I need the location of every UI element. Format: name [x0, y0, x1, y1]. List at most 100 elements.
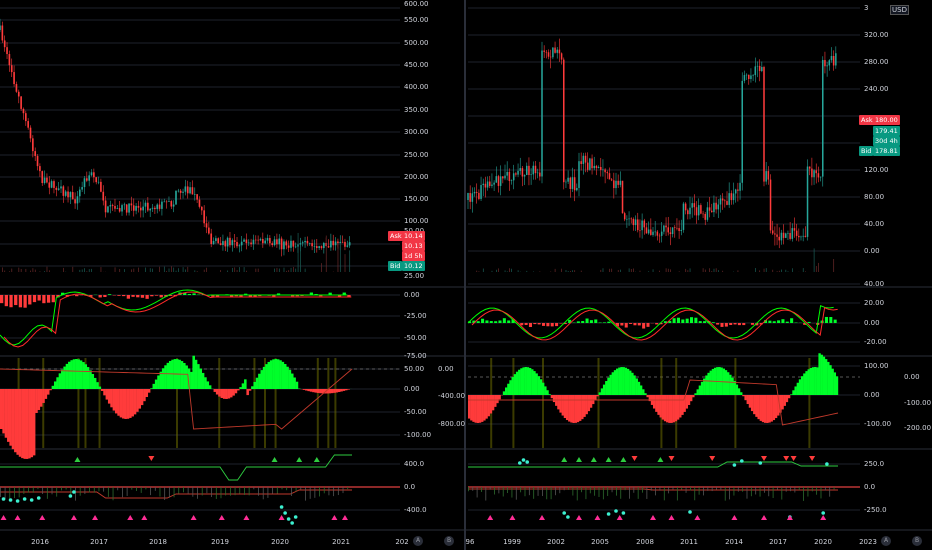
- volume-bar: [100, 267, 102, 272]
- auto-scale-button[interactable]: A: [881, 536, 891, 546]
- osc-bar: [770, 395, 773, 422]
- macd-histogram-bar: [694, 317, 698, 323]
- ind3-bar: [690, 487, 691, 491]
- osc-bar: [624, 367, 628, 395]
- osc-bar: [103, 389, 106, 396]
- osc-bar: [766, 395, 769, 423]
- osc-bar: [518, 369, 521, 395]
- macd-histogram-bar: [742, 323, 746, 326]
- volume-bar: [63, 267, 64, 272]
- volume-bar: [711, 270, 713, 272]
- teal-marker: [8, 498, 13, 502]
- candle: [469, 193, 471, 202]
- log-scale-button[interactable]: B: [444, 536, 454, 546]
- signal-arrow: [39, 515, 46, 520]
- candle: [132, 205, 135, 211]
- candle: [236, 241, 238, 247]
- signal-zone-bar: [327, 358, 330, 448]
- candle: [771, 230, 774, 234]
- candle: [523, 174, 526, 177]
- macd-histogram-bar: [646, 323, 650, 327]
- osc-bar: [96, 382, 99, 389]
- osc-bar: [666, 395, 669, 423]
- osc-bar: [496, 395, 499, 404]
- candle: [318, 246, 320, 248]
- candle: [278, 238, 281, 245]
- candle: [107, 206, 109, 213]
- volume-bar: [550, 271, 552, 272]
- osc-bar: [333, 389, 336, 393]
- volume-bar: [633, 268, 634, 272]
- candle: [212, 240, 215, 245]
- ind3-bar: [290, 487, 292, 496]
- teal-marker: [279, 505, 284, 509]
- osc-bar: [61, 369, 64, 389]
- candle: [283, 241, 285, 250]
- macd-histogram-bar: [620, 323, 624, 326]
- volume-bar: [574, 270, 576, 272]
- osc-bar: [159, 371, 163, 389]
- ind3-bar: [32, 487, 34, 493]
- volume-bar: [715, 268, 717, 272]
- ind3-bar: [542, 487, 543, 497]
- osc-bar: [585, 395, 588, 415]
- ind3-bar: [154, 487, 156, 491]
- candle: [104, 200, 107, 213]
- osc-bar: [831, 368, 834, 395]
- osc-bar: [114, 389, 118, 414]
- candle: [264, 240, 266, 244]
- osc-bar: [11, 389, 15, 450]
- osc-bar: [692, 395, 695, 398]
- price-tick: 240.00: [864, 85, 889, 93]
- signal-zone-bar: [334, 358, 337, 448]
- ind3-tick: 250.0: [864, 460, 884, 468]
- currency-label[interactable]: USD: [890, 5, 909, 15]
- candle: [34, 151, 37, 156]
- macd-histogram-bar: [781, 319, 785, 323]
- osc-bar: [676, 395, 680, 420]
- candle: [41, 171, 44, 184]
- candle: [563, 59, 565, 183]
- volume-bar: [498, 268, 499, 272]
- candle: [493, 182, 495, 185]
- candle: [215, 238, 217, 241]
- osc-bar: [750, 395, 754, 412]
- ind3-bar: [248, 487, 250, 496]
- candle: [304, 240, 306, 243]
- osc-bar: [288, 369, 292, 389]
- candle: [306, 240, 309, 244]
- candle: [168, 201, 170, 202]
- chart-stage[interactable]: 500.00450.00400.00350.00300.00250.00200.…: [0, 0, 932, 550]
- candle: [641, 220, 643, 231]
- volume-bar: [511, 268, 512, 272]
- ind3-bar: [126, 487, 128, 496]
- buy-arrow: [620, 457, 627, 462]
- candle: [706, 207, 709, 220]
- log-scale-button[interactable]: B: [912, 536, 922, 546]
- ask-price: 180.00: [873, 115, 900, 125]
- candle: [665, 225, 667, 228]
- volume-bar: [787, 271, 789, 272]
- price-tick: 150.00: [404, 195, 429, 203]
- osc-bar: [535, 373, 538, 395]
- ind3-bar: [750, 487, 752, 497]
- candle: [142, 206, 144, 211]
- auto-scale-button[interactable]: A: [413, 536, 423, 546]
- candle: [680, 229, 683, 231]
- candle: [819, 176, 822, 178]
- volume-bar: [813, 248, 815, 272]
- osc-bar: [244, 379, 247, 389]
- signal-arrow: [539, 515, 545, 520]
- volume-bar: [304, 268, 306, 272]
- ind3-bar: [267, 487, 269, 498]
- price-tick: 300.00: [404, 128, 429, 136]
- macd-histogram-bar: [555, 323, 559, 327]
- macd-histogram-bar: [598, 322, 602, 323]
- candle: [252, 239, 255, 245]
- ind3-bar: [746, 487, 748, 499]
- candle: [210, 233, 213, 245]
- candle: [147, 202, 149, 211]
- candle: [654, 231, 656, 233]
- osc-bar: [707, 372, 710, 395]
- ind3-bar: [23, 487, 25, 494]
